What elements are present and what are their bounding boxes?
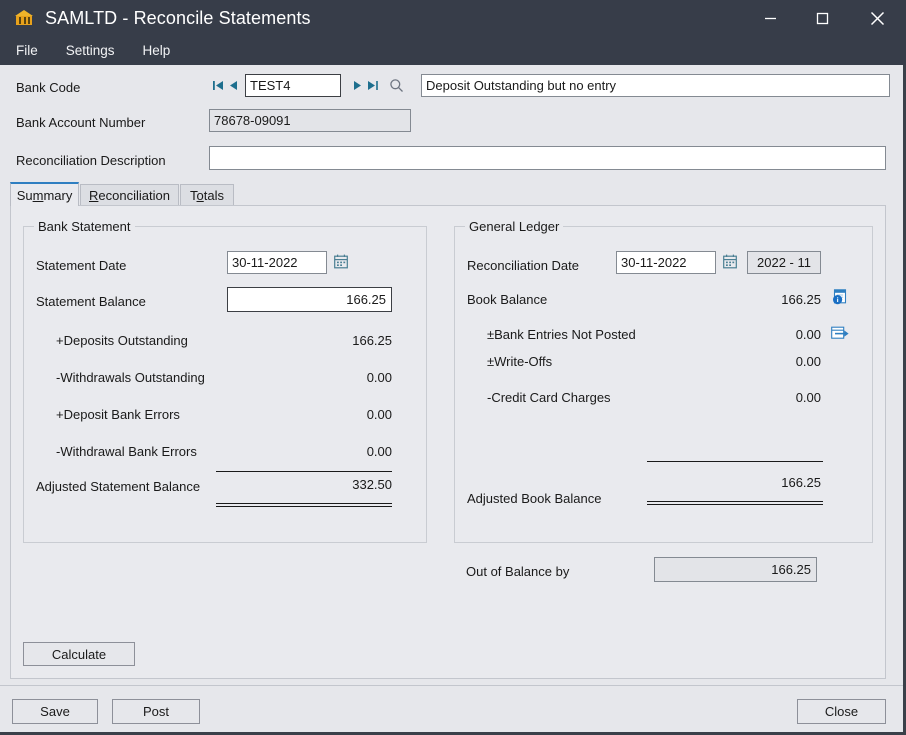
- adjusted-book-balance-value: 166.25: [781, 475, 821, 490]
- bank-code-label: Bank Code: [16, 80, 81, 95]
- save-button-label: Save: [40, 704, 70, 719]
- write-offs-value: 0.00: [795, 354, 821, 369]
- save-button[interactable]: Save: [12, 699, 98, 724]
- bank-code-description-value: Deposit Outstanding but no entry: [426, 78, 617, 93]
- adjusted-book-rule-top: [647, 461, 823, 462]
- deposit-bank-errors-value: 0.00: [366, 407, 392, 422]
- next-record-icon[interactable]: [350, 76, 365, 96]
- bank-code-input[interactable]: TEST4: [245, 74, 341, 97]
- calculate-button-label: Calculate: [51, 646, 107, 662]
- reconciliation-date-input[interactable]: 30-11-2022: [616, 251, 716, 274]
- menu-help[interactable]: Help: [143, 43, 171, 58]
- menu-bar: File Settings Help: [0, 36, 906, 65]
- title-bar: SAMLTD - Reconcile Statements: [0, 0, 906, 36]
- close-icon[interactable]: [848, 0, 906, 36]
- calculate-button[interactable]: Calculate: [23, 642, 135, 666]
- statement-balance-input[interactable]: 166.25: [227, 287, 392, 312]
- window-controls: [744, 0, 906, 36]
- tab-totals[interactable]: Totals: [180, 184, 234, 206]
- search-icon[interactable]: [389, 78, 404, 93]
- adjusted-statement-balance-label: Adjusted Statement Balance: [36, 479, 201, 494]
- fiscal-period-value: 2022 - 11: [757, 255, 811, 270]
- post-button-label: Post: [142, 704, 169, 719]
- close-button-label: Close: [824, 704, 859, 719]
- deposit-bank-errors-label: +Deposit Bank Errors: [56, 407, 180, 422]
- post-button[interactable]: Post: [112, 699, 200, 724]
- adjusted-statement-balance-value: 332.50: [352, 477, 392, 492]
- window-title: SAMLTD - Reconcile Statements: [45, 7, 311, 28]
- statement-balance-value: 166.25: [346, 292, 386, 307]
- footer-separator: [0, 685, 903, 686]
- bank-code-description-field[interactable]: Deposit Outstanding but no entry: [421, 74, 890, 97]
- calendar-icon[interactable]: [334, 254, 348, 269]
- minimize-icon[interactable]: [744, 0, 796, 36]
- tab-reconciliation[interactable]: Reconciliation: [80, 184, 179, 206]
- withdrawal-bank-errors-value: 0.00: [366, 444, 392, 459]
- client-area: Bank Code TEST4 Deposit Outstanding but …: [0, 65, 906, 735]
- book-balance-value: 166.25: [781, 292, 821, 307]
- bank-icon: [15, 9, 33, 27]
- calendar-icon[interactable]: [723, 254, 737, 269]
- deposits-outstanding-value: 166.25: [352, 333, 392, 348]
- fiscal-period-field: 2022 - 11: [747, 251, 821, 274]
- bank-entries-not-posted-label: ±Bank Entries Not Posted: [487, 327, 636, 342]
- withdrawal-bank-errors-label: -Withdrawal Bank Errors: [56, 444, 197, 459]
- statement-date-label: Statement Date: [36, 258, 127, 273]
- adjusted-statement-rule-bottom: [216, 503, 392, 507]
- bank-account-number-label: Bank Account Number: [16, 115, 146, 130]
- bank-entries-not-posted-value: 0.00: [795, 327, 821, 342]
- reconciliation-date-label: Reconciliation Date: [467, 258, 580, 273]
- statement-balance-label: Statement Balance: [36, 294, 146, 309]
- tab-strip: Summary Reconciliation Totals: [10, 182, 886, 206]
- general-ledger-group: General Ledger Reconciliation Date 30-11…: [454, 219, 873, 543]
- reconciliation-description-label: Reconciliation Description: [16, 153, 166, 168]
- maximize-icon[interactable]: [796, 0, 848, 36]
- last-record-icon[interactable]: [365, 76, 380, 96]
- previous-record-icon[interactable]: [226, 76, 241, 96]
- withdrawals-outstanding-value: 0.00: [366, 370, 392, 385]
- bank-entries-drilldown-icon[interactable]: [831, 326, 849, 340]
- adjusted-book-rule-bottom: [647, 501, 823, 505]
- out-of-balance-field: 166.25: [654, 557, 817, 582]
- statement-date-input[interactable]: 30-11-2022: [227, 251, 327, 274]
- reconciliation-description-field[interactable]: [209, 146, 886, 170]
- bank-statement-title: Bank Statement: [34, 219, 135, 234]
- bank-statement-group: Bank Statement Statement Date 30-11-2022: [23, 219, 427, 543]
- statement-date-value: 30-11-2022: [232, 255, 298, 270]
- menu-settings[interactable]: Settings: [66, 43, 115, 58]
- credit-card-charges-label: -Credit Card Charges: [487, 390, 611, 405]
- reconcile-statements-window: SAMLTD - Reconcile Statements File Setti…: [0, 0, 906, 735]
- bank-account-number-field: 78678-09091: [209, 109, 411, 132]
- first-record-icon[interactable]: [211, 76, 226, 96]
- bank-code-value: TEST4: [250, 78, 291, 93]
- tab-summary[interactable]: Summary: [10, 182, 79, 206]
- reconciliation-date-value: 30-11-2022: [621, 255, 687, 270]
- out-of-balance-value: 166.25: [771, 562, 811, 577]
- credit-card-charges-value: 0.00: [795, 390, 821, 405]
- book-balance-label: Book Balance: [467, 292, 548, 307]
- close-button[interactable]: Close: [797, 699, 886, 724]
- write-offs-label: ±Write-Offs: [487, 354, 553, 369]
- book-balance-drilldown-icon[interactable]: [832, 289, 848, 305]
- general-ledger-title: General Ledger: [465, 219, 564, 234]
- withdrawals-outstanding-label: -Withdrawals Outstanding: [56, 370, 205, 385]
- menu-file[interactable]: File: [16, 43, 38, 58]
- summary-tab-panel: Bank Statement Statement Date 30-11-2022: [10, 205, 886, 679]
- adjusted-statement-rule-top: [216, 471, 392, 472]
- out-of-balance-label: Out of Balance by: [466, 564, 570, 579]
- deposits-outstanding-label: +Deposits Outstanding: [56, 333, 188, 348]
- bank-account-number-value: 78678-09091: [214, 113, 291, 128]
- adjusted-book-balance-label: Adjusted Book Balance: [467, 491, 602, 506]
